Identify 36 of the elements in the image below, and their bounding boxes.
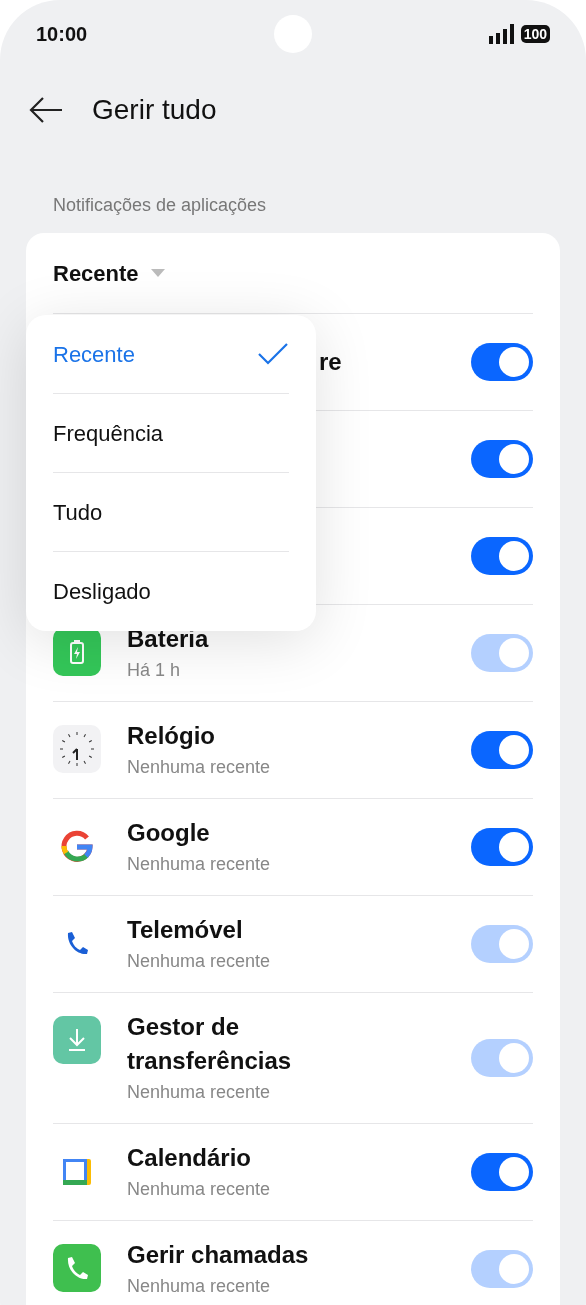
menu-option[interactable]: Frequência — [53, 416, 164, 450]
clock-app-icon — [53, 725, 101, 773]
app-name: Telemóvel — [127, 915, 244, 945]
app-name: Gerir chamadas — [127, 1240, 310, 1270]
signal-icon — [488, 24, 515, 44]
app-name: Bateria — [127, 624, 210, 654]
toggle-switch[interactable] — [471, 828, 533, 866]
app-status: Nenhuma recente — [127, 1081, 272, 1104]
app-status: Nenhuma recente — [127, 756, 272, 779]
toggle-switch[interactable] — [471, 537, 533, 575]
app-name: Relógio — [127, 721, 216, 751]
app-status: Há 1 h — [127, 659, 182, 682]
app-status: Nenhuma recente — [127, 950, 272, 973]
app-name: Calendário — [127, 1143, 253, 1173]
download-app-icon — [53, 1016, 101, 1064]
menu-option[interactable]: Desligado — [53, 575, 151, 608]
app-name: re — [319, 347, 343, 377]
page-title: Gerir tudo — [92, 93, 217, 127]
section-label: Notificações de aplicações — [53, 195, 267, 215]
toggle-switch[interactable] — [471, 731, 533, 769]
menu-option[interactable]: Tudo — [53, 495, 103, 529]
app-status: Nenhuma recente — [127, 853, 272, 876]
app-status: Nenhuma recente — [127, 1178, 272, 1201]
checkmark-icon — [257, 342, 289, 366]
toggle-switch[interactable] — [471, 1153, 533, 1191]
status-time: 10:00 — [36, 22, 88, 47]
battery-indicator: 100 — [520, 25, 550, 43]
phone-app-icon — [53, 1244, 101, 1292]
app-name: Google — [127, 818, 211, 848]
caret-icon — [150, 269, 165, 277]
app-name: Gestor de transferências — [127, 1012, 293, 1076]
menu-option[interactable]: Recente — [53, 337, 135, 371]
toggle-switch[interactable] — [471, 440, 533, 478]
app-status: Nenhuma recente — [127, 1275, 272, 1298]
sort-dropdown[interactable]: Recente — [53, 256, 165, 290]
toggle-switch[interactable] — [471, 343, 533, 381]
